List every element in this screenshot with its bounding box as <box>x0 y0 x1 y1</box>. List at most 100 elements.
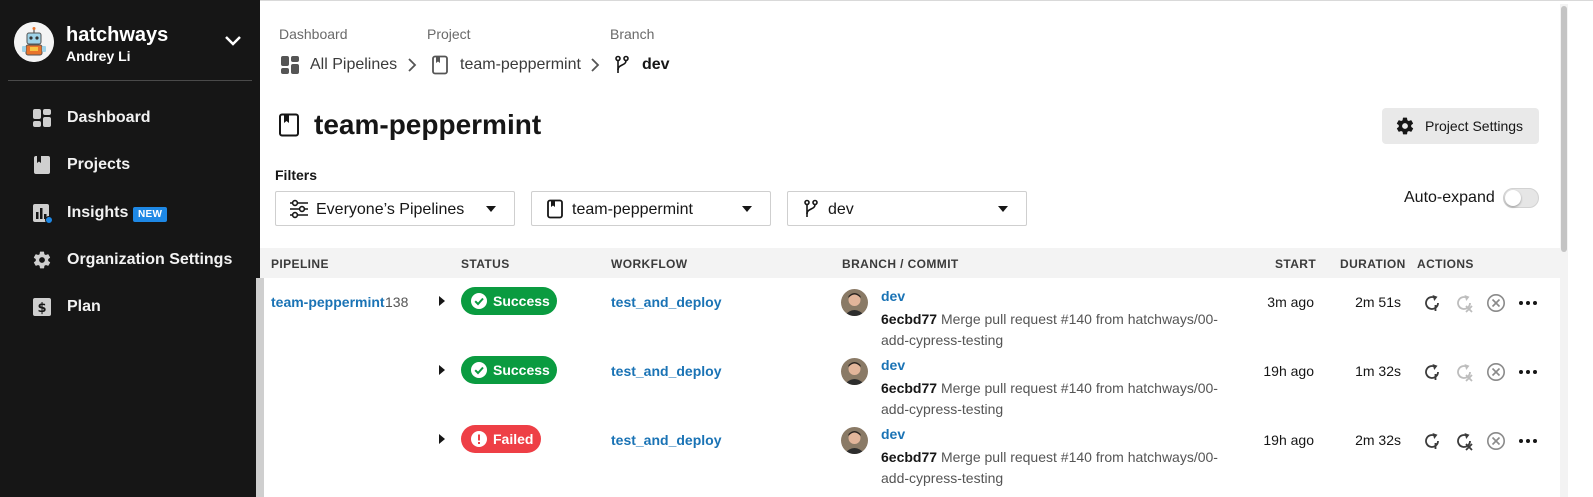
breadcrumb-caption-dashboard: Dashboard <box>279 26 348 42</box>
pipeline-group-bar <box>256 278 264 497</box>
status-badge[interactable]: Success <box>461 287 557 315</box>
pipelines-filter-select[interactable]: Everyone’s Pipelines <box>275 191 515 226</box>
branch-filter-value: dev <box>828 201 854 218</box>
avatar <box>841 427 868 454</box>
sidebar: hatchways Andrey Li Dashboard Projects I… <box>0 0 260 497</box>
commit-info: 6ecbd77 Merge pull request #140 from hat… <box>881 309 1231 351</box>
commit-hash-link[interactable]: 6ecbd77 <box>881 380 937 396</box>
org-user-name: Andrey Li <box>66 48 131 64</box>
cancel-icon[interactable] <box>1486 431 1506 451</box>
column-header-actions: ACTIONS <box>1417 257 1474 271</box>
cancel-icon[interactable] <box>1486 293 1506 313</box>
column-header-status: STATUS <box>461 257 510 271</box>
auto-expand-toggle[interactable] <box>1503 188 1539 208</box>
breadcrumb-project[interactable]: team-peppermint <box>430 54 585 76</box>
rerun-failed-icon[interactable] <box>1454 293 1474 313</box>
rerun-icon[interactable] <box>1422 362 1442 382</box>
cancel-icon[interactable] <box>1486 362 1506 382</box>
user-avatar-icon <box>841 289 868 316</box>
breadcrumb-label: team-peppermint <box>460 56 581 73</box>
commit-info: 6ecbd77 Merge pull request #140 from hat… <box>881 378 1231 420</box>
avatar <box>841 289 868 316</box>
check-circle-icon <box>471 293 487 309</box>
sidebar-item-insights[interactable]: Insights NEW <box>0 195 260 231</box>
status-badge[interactable]: Success <box>461 356 557 384</box>
org-avatar <box>14 22 54 62</box>
sidebar-divider <box>8 80 252 81</box>
workflow-link[interactable]: test_and_deploy <box>611 363 721 379</box>
alert-circle-icon <box>471 431 487 447</box>
org-name: hatchways <box>66 24 169 46</box>
sidebar-item-label: Insights <box>67 204 129 221</box>
sidebar-item-plan[interactable]: $ Plan <box>0 289 260 325</box>
project-icon <box>34 156 50 174</box>
branch-icon <box>615 55 629 73</box>
caret-down-icon <box>998 206 1008 212</box>
column-header-pipeline: PIPELINE <box>271 257 329 271</box>
chevron-right-icon <box>591 58 600 72</box>
project-filter-select[interactable]: team-peppermint <box>531 191 771 226</box>
dashboard-icon <box>33 109 51 127</box>
expand-row-icon[interactable] <box>438 365 446 375</box>
page-title: team-peppermint <box>314 109 542 140</box>
breadcrumb-all-pipelines[interactable]: All Pipelines <box>280 54 400 76</box>
commit-hash-link[interactable]: 6ecbd77 <box>881 311 937 327</box>
project-settings-label: Project Settings <box>1425 118 1524 134</box>
more-options-icon[interactable] <box>1518 431 1538 451</box>
table-row: Failed test_and_deploy dev 6ecbd77 Merge… <box>264 417 1560 486</box>
chevron-right-icon <box>408 58 417 72</box>
dollar-icon: $ <box>33 298 51 316</box>
branch-link[interactable]: dev <box>881 288 905 304</box>
duration: 2m 32s <box>1355 432 1401 448</box>
more-options-icon[interactable] <box>1518 293 1538 313</box>
more-options-icon[interactable] <box>1518 362 1538 382</box>
project-filter-value: team-peppermint <box>572 201 693 218</box>
breadcrumb-label: dev <box>642 56 670 73</box>
caret-down-icon <box>486 206 496 212</box>
new-badge: NEW <box>133 207 168 222</box>
status-label: Failed <box>493 431 534 447</box>
check-circle-icon <box>471 362 487 378</box>
start-time: 19h ago <box>1263 363 1314 379</box>
pipeline-number: 138 <box>385 294 409 310</box>
robot-logo-icon <box>14 22 54 62</box>
filters-label: Filters <box>275 167 318 183</box>
avatar <box>841 358 868 385</box>
breadcrumb-label: All Pipelines <box>310 56 398 73</box>
branch-filter-select[interactable]: dev <box>787 191 1027 226</box>
filter-sliders-icon <box>290 199 308 219</box>
project-icon <box>279 113 299 137</box>
breadcrumb-branch[interactable]: dev <box>612 54 672 76</box>
sidebar-item-organization-settings[interactable]: Organization Settings <box>0 242 260 278</box>
expand-row-icon[interactable] <box>438 434 446 444</box>
workflow-link[interactable]: test_and_deploy <box>611 432 721 448</box>
sidebar-item-dashboard[interactable]: Dashboard <box>0 100 260 136</box>
workflow-link[interactable]: test_and_deploy <box>611 294 721 310</box>
sidebar-item-projects[interactable]: Projects <box>0 147 260 183</box>
expand-row-icon[interactable] <box>438 296 446 306</box>
chevron-down-icon[interactable] <box>224 34 242 46</box>
pipelines-filter-value: Everyone’s Pipelines <box>316 201 465 218</box>
rerun-failed-icon[interactable] <box>1454 431 1474 451</box>
sidebar-item-label: Organization Settings <box>67 251 233 268</box>
status-badge[interactable]: Failed <box>461 425 541 453</box>
duration: 1m 32s <box>1355 363 1401 379</box>
column-header-duration: DURATION <box>1340 257 1406 271</box>
project-settings-button[interactable]: Project Settings <box>1382 108 1539 144</box>
table-row: team-peppermint 138 Success test_and_dep… <box>264 279 1560 348</box>
table-header: PIPELINE STATUS WORKFLOW BRANCH / COMMIT… <box>260 248 1560 278</box>
column-header-workflow: WORKFLOW <box>611 257 688 271</box>
scrollbar-thumb[interactable] <box>1561 6 1567 252</box>
commit-hash-link[interactable]: 6ecbd77 <box>881 449 937 465</box>
top-border <box>260 0 1593 4</box>
table-row: Success test_and_deploy dev 6ecbd77 Merg… <box>264 348 1560 417</box>
auto-expand-label: Auto-expand <box>1404 189 1495 206</box>
rerun-icon[interactable] <box>1422 431 1442 451</box>
branch-link[interactable]: dev <box>881 357 905 373</box>
rerun-icon[interactable] <box>1422 293 1442 313</box>
org-switcher[interactable]: hatchways Andrey Li <box>0 0 260 86</box>
pipeline-name-link[interactable]: team-peppermint <box>271 294 385 310</box>
project-icon <box>432 55 448 75</box>
branch-link[interactable]: dev <box>881 426 905 442</box>
rerun-failed-icon[interactable] <box>1454 362 1474 382</box>
